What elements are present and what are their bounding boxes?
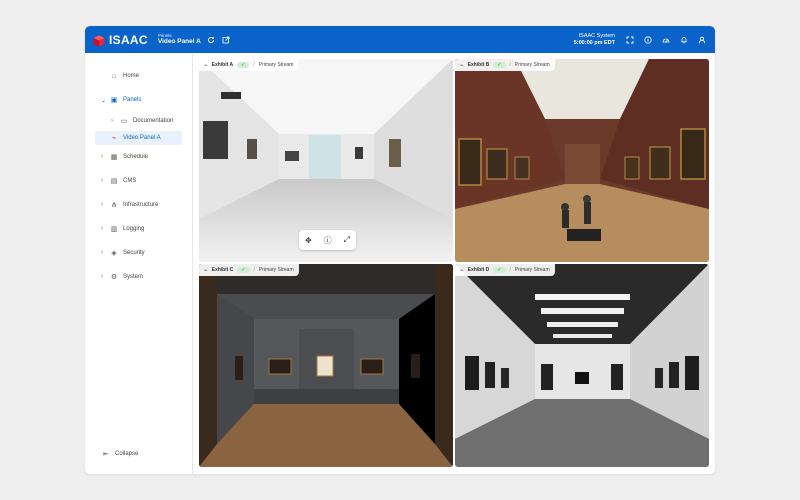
- collapse-icon: ⇤: [103, 451, 109, 458]
- sidebar-item-schedule[interactable]: › ▦ Schedule: [85, 150, 192, 164]
- video-tile-exhibit-b[interactable]: ⌁ Exhibit B ✓ / Primary Stream: [455, 59, 709, 262]
- breadcrumb-parent[interactable]: Panels: [158, 33, 201, 39]
- sidebar-item-label: Logging: [123, 226, 145, 232]
- separator: /: [509, 62, 511, 68]
- log-icon: ▥: [110, 226, 118, 233]
- tile-label: ⌁ Exhibit A ✓ / Primary Stream: [199, 59, 299, 71]
- camera-icon: ⌁: [460, 267, 464, 274]
- info-icon[interactable]: ⓘ: [324, 235, 332, 246]
- tile-label: ⌁ Exhibit B ✓ / Primary Stream: [455, 59, 555, 71]
- folder-icon: ▭: [120, 118, 128, 125]
- video-feed-exhibit-d: [455, 264, 709, 467]
- calendar-icon: ▦: [110, 154, 118, 161]
- system-info: ISAAC System 5:00:00 pm EDT: [574, 33, 615, 45]
- video-tile-exhibit-a[interactable]: ⌁ Exhibit A ✓ / Primary Stream ✥ ⓘ ⤢: [199, 59, 453, 262]
- chevron-right-icon: ›: [101, 226, 103, 232]
- cube-logo-icon: [93, 34, 105, 46]
- tile-label: ⌁ Exhibit C ✓ / Primary Stream: [199, 264, 299, 276]
- stream-name: Primary Stream: [258, 62, 294, 68]
- collapse-label: Collapse: [115, 451, 139, 457]
- stream-name: Primary Stream: [514, 62, 550, 68]
- video-tile-exhibit-c[interactable]: ⌁ Exhibit C ✓ / Primary Stream: [199, 264, 453, 467]
- separator: /: [253, 267, 255, 273]
- camera-icon: ⌁: [204, 267, 208, 274]
- sidebar-item-label: System: [123, 274, 144, 280]
- gear-icon: ⚙: [110, 274, 118, 281]
- camera-icon: ⌁: [204, 62, 208, 69]
- camera-icon: ⌁: [111, 135, 117, 142]
- chevron-right-icon: ›: [101, 274, 103, 280]
- sidebar-item-label: Documentation: [133, 118, 174, 124]
- tile-label: ⌁ Exhibit D ✓ / Primary Stream: [455, 264, 555, 276]
- exhibit-name: Exhibit C: [211, 267, 234, 273]
- stream-name: Primary Stream: [514, 267, 550, 273]
- video-tile-exhibit-d[interactable]: ⌁ Exhibit D ✓ / Primary Stream: [455, 264, 709, 467]
- sidebar: ⌂ Home ⌄ ▣ Panels › ▭ Documentation ⌁ Vi…: [85, 53, 193, 474]
- top-bar: ISAAC Panels Video Panel A ISAAC System …: [85, 26, 715, 53]
- chevron-right-icon: ›: [111, 118, 113, 124]
- collapse-button[interactable]: ⇤ Collapse: [101, 450, 138, 458]
- video-feed-exhibit-c: [199, 264, 453, 467]
- sidebar-item-video-panel-a[interactable]: ⌁ Video Panel A: [95, 131, 182, 145]
- sidebar-item-label: CMS: [123, 178, 137, 184]
- sidebar-item-cms[interactable]: › ▤ CMS: [85, 174, 192, 188]
- chevron-right-icon: ›: [101, 250, 103, 256]
- sidebar-item-documentation[interactable]: › ▭ Documentation: [85, 114, 192, 128]
- chevron-right-icon: ›: [101, 178, 103, 184]
- status-ok-icon: ✓: [493, 267, 506, 273]
- sidebar-item-infrastructure[interactable]: › ⋔ Infrastructure: [85, 198, 192, 212]
- refresh-icon[interactable]: [206, 35, 216, 45]
- video-grid: ⌁ Exhibit A ✓ / Primary Stream ✥ ⓘ ⤢ ⌁ E…: [199, 59, 709, 468]
- system-time: 5:00:00 pm EDT: [573, 39, 615, 46]
- info-icon[interactable]: [643, 35, 653, 45]
- sidebar-item-label: Infrastructure: [123, 202, 159, 208]
- separator: /: [509, 267, 511, 273]
- dashboard-icon[interactable]: [661, 35, 671, 45]
- bell-icon[interactable]: [679, 35, 689, 45]
- sidebar-item-security[interactable]: › ◈ Security: [85, 246, 192, 260]
- chevron-right-icon: ›: [101, 154, 103, 160]
- video-feed-exhibit-b: [455, 59, 709, 262]
- app-window: ISAAC Panels Video Panel A ISAAC System …: [85, 26, 715, 474]
- status-ok-icon: ✓: [237, 267, 250, 273]
- move-icon[interactable]: ✥: [305, 236, 312, 245]
- video-controls: ✥ ⓘ ⤢: [299, 230, 356, 250]
- chevron-right-icon: ›: [101, 202, 103, 208]
- home-icon: ⌂: [111, 72, 117, 80]
- user-icon[interactable]: [697, 35, 707, 45]
- breadcrumb: Panels Video Panel A: [157, 33, 201, 46]
- sidebar-item-logging[interactable]: › ▥ Logging: [85, 222, 192, 236]
- sidebar-item-label: Video Panel A: [123, 135, 161, 141]
- fullscreen-icon[interactable]: [625, 35, 635, 45]
- status-ok-icon: ✓: [493, 62, 506, 68]
- camera-icon: ⌁: [460, 62, 464, 69]
- expand-icon[interactable]: ⤢: [344, 235, 350, 245]
- image-gallery-icon: ▤: [110, 178, 118, 185]
- status-ok-icon: ✓: [237, 62, 250, 68]
- sidebar-item-home[interactable]: ⌂ Home: [85, 69, 192, 83]
- sidebar-item-label: Panels: [123, 97, 142, 103]
- sidebar-item-label: Schedule: [123, 154, 149, 160]
- network-icon: ⋔: [111, 202, 117, 209]
- page-title: Video Panel A: [157, 38, 201, 45]
- panel-icon: ▣: [110, 97, 118, 104]
- logo-text: ISAAC: [109, 32, 148, 47]
- sidebar-item-system[interactable]: › ⚙ System: [85, 270, 192, 284]
- exhibit-name: Exhibit A: [211, 62, 234, 68]
- chevron-down-icon: ⌄: [101, 97, 107, 104]
- shield-icon: ◈: [111, 250, 117, 257]
- separator: /: [253, 62, 255, 68]
- stream-name: Primary Stream: [258, 267, 294, 273]
- sidebar-item-label: Security: [123, 250, 145, 256]
- external-link-icon[interactable]: [221, 35, 231, 45]
- exhibit-name: Exhibit B: [467, 62, 490, 68]
- sidebar-item-label: Home: [123, 73, 140, 79]
- sidebar-item-panels[interactable]: ⌄ ▣ Panels: [85, 93, 192, 107]
- logo[interactable]: ISAAC: [93, 33, 148, 47]
- exhibit-name: Exhibit D: [467, 267, 490, 273]
